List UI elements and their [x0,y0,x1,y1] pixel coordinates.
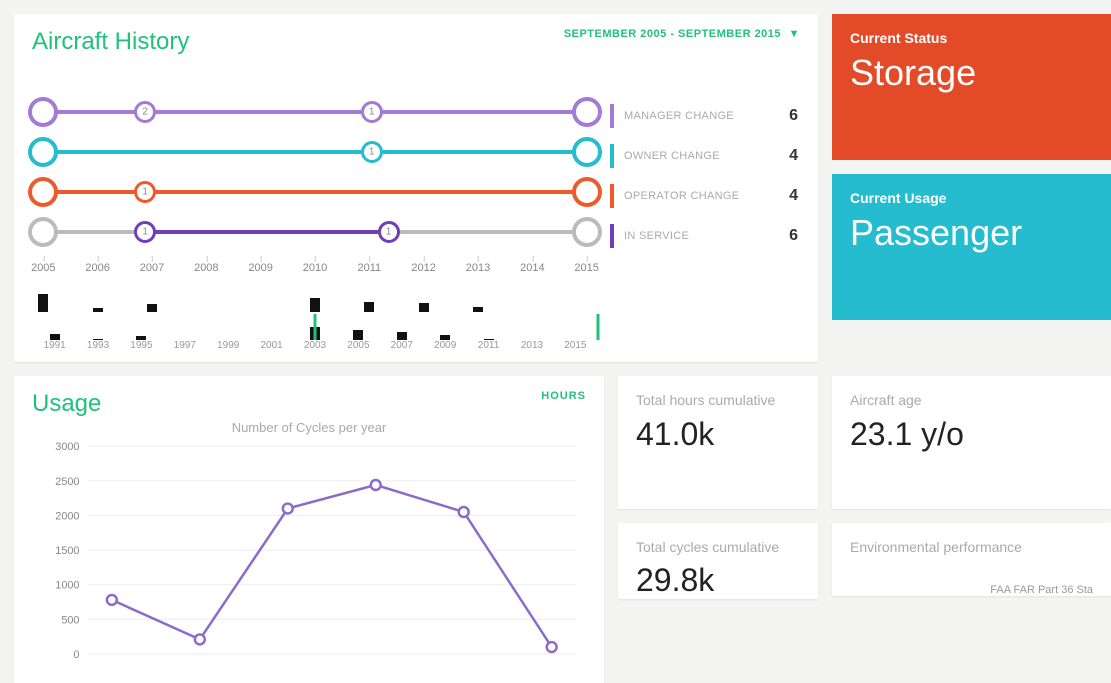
timeline-event-label: 1 [386,227,392,238]
timeline-event-label: 1 [369,147,375,158]
svg-text:500: 500 [61,614,79,626]
svg-text:0: 0 [73,649,79,661]
timeline-event-icon: 1 [134,221,156,243]
usage-title: Usage [32,390,586,418]
timeline-event-icon: 1 [361,141,383,163]
svg-text:2500: 2500 [55,476,79,488]
environmental-card: Environmental performance FAA FAR Part 3… [832,523,1111,597]
legend-count: 4 [789,147,800,165]
timeline-event-label: 1 [142,227,148,238]
date-range-label: SEPTEMBER 2005 - SEPTEMBER 2015 [564,28,781,40]
timeline-event-icon: 1 [361,101,383,123]
aircraft-age-value: 23.1 y/o [850,416,1093,453]
legend-label: MANAGER CHANGE [624,110,789,122]
svg-text:3000: 3000 [55,441,79,453]
age-column: Aircraft age 23.1 y/o Environmental perf… [832,376,1111,683]
current-status-value: Storage [850,52,1093,94]
legend-swatch-icon [610,184,614,208]
legend-swatch-icon [610,224,614,248]
timeline-event-icon: 1 [134,181,156,203]
total-hours-value: 41.0k [636,416,800,453]
environmental-detail: FAA FAR Part 36 Sta [850,584,1093,596]
legend-count: 4 [789,187,800,205]
history-sparkline [32,284,598,340]
svg-text:1000: 1000 [55,580,79,592]
timeline-owner: 1 [32,132,598,172]
timeline-event-label: 1 [142,187,148,198]
timeline-endpoint-icon [28,97,58,127]
timeline-event-icon: 2 [134,101,156,123]
timeline-year-axis: 2005200620072008200920102011201220132014… [32,256,598,280]
current-status-label: Current Status [850,30,1093,46]
legend-swatch-icon [610,104,614,128]
legend-swatch-icon [610,144,614,168]
legend-row-inservice: IN SERVICE 6 [610,216,800,256]
hours-chip[interactable]: HOURS [541,390,586,402]
chevron-down-icon: ▼ [789,28,800,40]
sparkline-year-axis: 1991199319951997199920012003200520072009… [32,340,598,354]
aircraft-history-card: Aircraft History SEPTEMBER 2005 - SEPTEM… [14,14,818,362]
timeline-endpoint-icon [28,177,58,207]
usage-card: Usage HOURS Number of Cycles per year 0 5… [14,376,604,683]
timeline-endpoint-icon [572,217,602,247]
history-timelines: 2 1 1 1 [32,92,598,354]
environmental-label: Environmental performance [850,539,1093,557]
total-hours-label: Total hours cumulative [636,392,800,410]
legend-row-operator: OPERATOR CHANGE 4 [610,176,800,216]
legend-row-owner: OWNER CHANGE 4 [610,136,800,176]
svg-text:1500: 1500 [55,545,79,557]
metrics-column: Total hours cumulative 41.0k Total cycle… [618,376,818,683]
total-cycles-label: Total cycles cumulative [636,539,800,557]
timeline-endpoint-icon [572,137,602,167]
legend-label: OWNER CHANGE [624,150,789,162]
timeline-endpoint-icon [28,137,58,167]
current-usage-label: Current Usage [850,190,1093,206]
aircraft-age-label: Aircraft age [850,392,1093,410]
current-status-card: Current Status Storage [832,14,1111,160]
timeline-event-label: 1 [369,107,375,118]
legend-count: 6 [789,107,800,125]
legend-label: IN SERVICE [624,230,789,242]
timeline-event-label: 2 [142,107,148,118]
current-usage-card: Current Usage Passenger [832,174,1111,320]
usage-subtitle: Number of Cycles per year [32,420,586,435]
timeline-event-icon: 1 [378,221,400,243]
timeline-endpoint-icon [28,217,58,247]
history-legend: MANAGER CHANGE 6 OWNER CHANGE 4 OPERATOR… [610,92,800,354]
total-cycles-card: Total cycles cumulative 29.8k [618,523,818,600]
svg-text:2000: 2000 [55,510,79,522]
total-cycles-value: 29.8k [636,562,800,599]
status-column: Current Status Storage Current Usage Pas… [832,14,1111,362]
timeline-inservice: 1 1 [32,212,598,252]
timeline-manager: 2 1 [32,92,598,132]
legend-count: 6 [789,227,800,245]
timeline-endpoint-icon [572,97,602,127]
timeline-endpoint-icon [572,177,602,207]
usage-line-chart: 0 500 1000 1500 2000 2500 3000 [32,435,586,675]
timeline-operator: 1 [32,172,598,212]
total-hours-card: Total hours cumulative 41.0k [618,376,818,509]
current-usage-value: Passenger [850,212,1093,254]
legend-row-manager: MANAGER CHANGE 6 [610,96,800,136]
aircraft-age-card: Aircraft age 23.1 y/o [832,376,1111,509]
date-range-selector[interactable]: SEPTEMBER 2005 - SEPTEMBER 2015 ▼ [564,28,800,40]
legend-label: OPERATOR CHANGE [624,190,789,202]
